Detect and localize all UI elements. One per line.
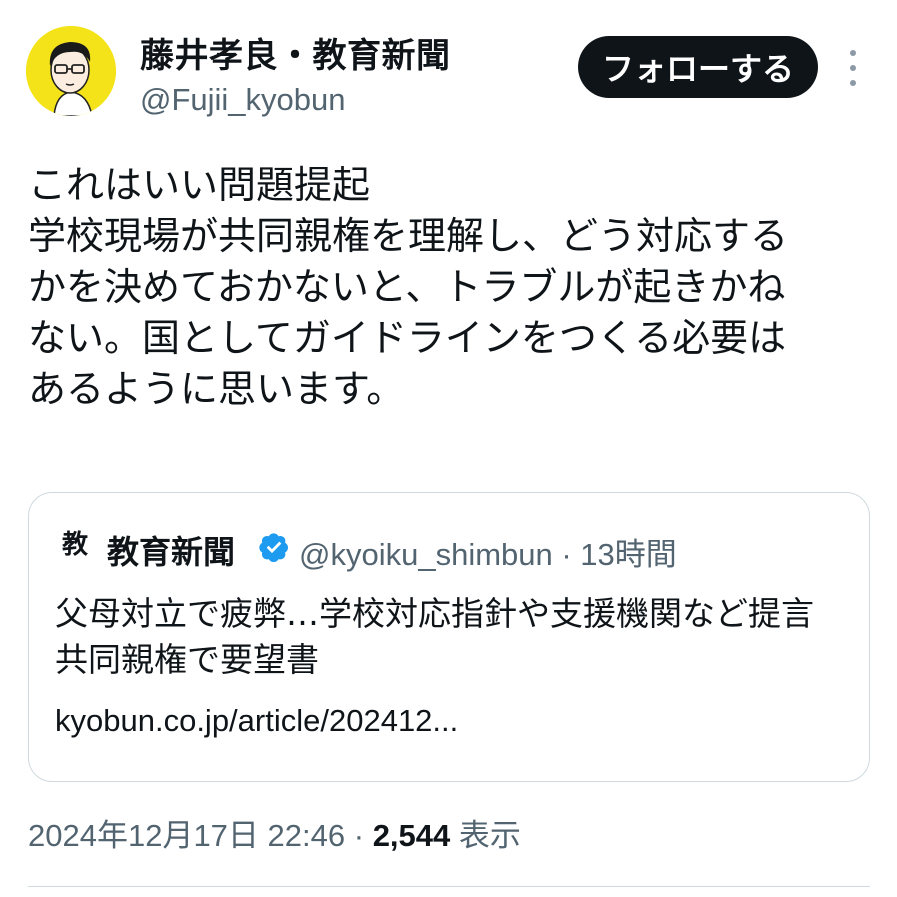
avatar-illustration [26,26,116,116]
view-count: 2,544 [372,818,451,853]
author-handle[interactable]: @Fujii_kyobun [140,82,346,118]
quote-logo: 教 [61,530,88,560]
quote-handle-and-time: @kyoiku_shimbun · 13時間 [299,537,677,572]
more-options-icon[interactable] [842,50,864,86]
author-display-name[interactable]: 藤井孝良・教育新聞 [140,28,451,77]
tweet-text: これはいい問題提起 学校現場が共同親権を理解し、どう対応する かを決めておかない… [28,163,789,411]
quote-display-name: 教育新聞 [107,533,236,571]
quote-link[interactable]: kyobun.co.jp/article/202412... [55,703,458,739]
tweet-meta: 2024年12月17日 22:46 · 2,544 表示 [28,810,521,855]
quote-text: 父母対立で疲弊…学校対応指針や支援機関など提言 共同親権で要望書 [55,594,814,679]
timestamp[interactable]: 2024年12月17日 22:46 · [28,818,364,853]
follow-button[interactable]: フォローする [578,36,818,98]
view-label: 表示 [458,818,521,853]
divider [28,886,870,887]
verified-badge-icon [259,533,288,562]
avatar[interactable] [26,26,116,116]
quoted-tweet-card[interactable]: 教 教育新聞 @kyoiku_shimbun · 13時間 父母対立で疲弊…学校… [28,492,870,782]
